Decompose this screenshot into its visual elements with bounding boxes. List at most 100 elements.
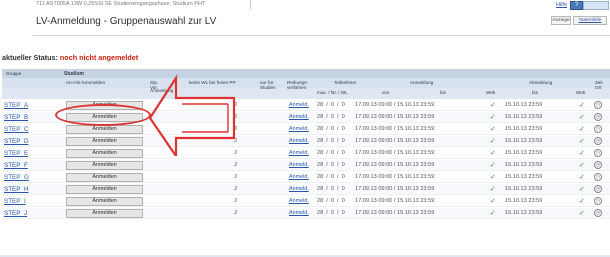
column-abmeldung: Abmeldung bbox=[529, 80, 553, 85]
flag-j: J bbox=[234, 198, 237, 204]
participant-counts: 28 / 0 / 0 bbox=[317, 198, 345, 204]
clock-icon[interactable]: ◷ bbox=[594, 101, 602, 109]
checkmark-icon: ✓ bbox=[579, 186, 585, 193]
group-link[interactable]: STEP_I bbox=[4, 198, 26, 205]
group-link[interactable]: STEP_E bbox=[4, 150, 28, 157]
flag-j: J bbox=[234, 210, 237, 216]
table-row: STEP_I Anmelden J Anmeld. 28 / 0 / 0 17.… bbox=[2, 196, 610, 207]
column-anmeldung-bis: bis bbox=[440, 90, 446, 95]
column-anmeldung-von: von bbox=[382, 90, 390, 95]
checkmark-icon: ✓ bbox=[490, 174, 496, 181]
page-title: LV-Anmeldung - Gruppenauswahl zur LV bbox=[36, 16, 217, 27]
column-anmeldung: Anmeldung bbox=[410, 80, 434, 85]
deregistration-date: 15.10.13 23:59 bbox=[505, 186, 543, 192]
participant-counts: 28 / 0 / 0 bbox=[317, 150, 345, 156]
checkmark-icon: ✓ bbox=[490, 162, 496, 169]
checkmark-icon: ✓ bbox=[579, 138, 585, 145]
column-gruppe: Gruppe bbox=[6, 71, 22, 76]
tastenhilfe-button[interactable]: Tastenhilfe bbox=[573, 16, 607, 25]
table-row: STEP_D Anmelden J Anmeld. 28 / 0 / 0 17.… bbox=[2, 136, 610, 147]
course-line: 711 AST005A 13W 0,25SSt SE Studieneingan… bbox=[36, 1, 206, 7]
clock-icon[interactable]: ◷ bbox=[594, 113, 602, 121]
anmelden-button[interactable]: Anmelden bbox=[66, 197, 143, 206]
group-link[interactable]: STEP_C bbox=[4, 126, 29, 133]
anmeld-link[interactable]: Anmeld. bbox=[289, 210, 309, 216]
checkmark-icon: ✓ bbox=[579, 162, 585, 169]
anmeld-link[interactable]: Anmeld. bbox=[289, 174, 309, 180]
anmeld-link[interactable]: Anmeld. bbox=[289, 150, 309, 156]
deregistration-date: 15.10.13 23:59 bbox=[505, 126, 543, 132]
clock-icon[interactable]: ◷ bbox=[594, 161, 602, 169]
clock-icon[interactable]: ◷ bbox=[594, 137, 602, 145]
group-table: Gruppe Studium An-/Ab-/Ummelden Stp. Vor… bbox=[2, 69, 610, 255]
anmelden-button[interactable]: Anmelden bbox=[66, 137, 143, 146]
registration-dates: 17.09.13 09:00 / 15.10.13 23:59 bbox=[355, 114, 435, 120]
column-abmeldung-bis: bis bbox=[532, 90, 538, 95]
participant-counts: 28 / 0 / 0 bbox=[317, 210, 345, 216]
group-link[interactable]: STEP_H bbox=[4, 186, 29, 193]
table-header-row-1 bbox=[2, 69, 610, 78]
table-row: STEP_E Anmelden J Anmeld. 28 / 0 / 0 17.… bbox=[2, 148, 610, 159]
help-icon[interactable]: ? bbox=[570, 1, 583, 10]
registration-dates: 17.09.13 09:00 / 15.10.13 23:59 bbox=[355, 210, 435, 216]
deregistration-date: 15.10.13 23:59 bbox=[505, 138, 543, 144]
deregistration-date: 15.10.13 23:59 bbox=[505, 102, 543, 108]
help-link[interactable]: Hilfe bbox=[556, 2, 567, 8]
group-link[interactable]: STEP_A bbox=[4, 102, 28, 109]
participant-counts: 28 / 0 / 0 bbox=[317, 174, 345, 180]
participant-counts: 28 / 0 / 0 bbox=[317, 162, 345, 168]
checkmark-icon: ✓ bbox=[579, 198, 585, 205]
anmelden-button[interactable]: Anmelden bbox=[66, 125, 143, 134]
anmeld-link[interactable]: Anmeld. bbox=[289, 114, 309, 120]
checkmark-icon: ✓ bbox=[579, 102, 585, 109]
course-separator bbox=[250, 0, 251, 9]
registration-dates: 17.09.13 09:00 / 15.10.13 23:59 bbox=[355, 198, 435, 204]
group-link[interactable]: STEP_G bbox=[4, 174, 29, 181]
clock-icon[interactable]: ◷ bbox=[594, 149, 602, 157]
participant-counts: 28 / 0 / 0 bbox=[317, 126, 345, 132]
anmelden-button[interactable]: Anmelden bbox=[66, 173, 143, 182]
registration-dates: 17.09.13 09:00 / 15.10.13 23:59 bbox=[355, 174, 435, 180]
anmeld-link[interactable]: Anmeld. bbox=[289, 138, 309, 144]
anmeld-link[interactable]: Anmeld. bbox=[289, 102, 309, 108]
clock-icon[interactable]: ◷ bbox=[594, 173, 602, 181]
options-box[interactable] bbox=[583, 1, 609, 10]
anmeld-link[interactable]: Anmeld. bbox=[289, 126, 309, 132]
anmeld-link[interactable]: Anmeld. bbox=[289, 162, 309, 168]
deregistration-date: 15.10.13 23:59 bbox=[505, 174, 543, 180]
table-row: STEP_F Anmelden J Anmeld. 28 / 0 / 0 17.… bbox=[2, 160, 610, 171]
deregistration-date: 15.10.13 23:59 bbox=[505, 150, 543, 156]
group-link[interactable]: STEP_J bbox=[4, 210, 27, 217]
anzeige-button[interactable]: Anzeige bbox=[551, 16, 571, 25]
group-link[interactable]: STEP_B bbox=[4, 114, 28, 121]
checkmark-icon: ✓ bbox=[579, 174, 585, 181]
column-teilnehmer-sub: max. / fst. / WL bbox=[317, 90, 348, 95]
column-nur-fuer: nur für Studien bbox=[260, 80, 276, 90]
title-divider bbox=[33, 35, 610, 36]
highlight-oval bbox=[55, 104, 151, 126]
registration-dates: 17.09.13 09:00 / 15.10.13 23:59 bbox=[355, 150, 435, 156]
group-link[interactable]: STEP_D bbox=[4, 138, 29, 145]
anmeld-link[interactable]: Anmeld. bbox=[289, 186, 309, 192]
checkmark-icon: ✓ bbox=[579, 126, 585, 133]
flag-j: J bbox=[234, 174, 237, 180]
clock-icon[interactable]: ◷ bbox=[594, 125, 602, 133]
deregistration-date: 15.10.13 23:59 bbox=[505, 198, 543, 204]
status-label: aktueller Status: bbox=[2, 53, 58, 62]
clock-icon[interactable]: ◷ bbox=[594, 185, 602, 193]
anmelden-button[interactable]: Anmelden bbox=[66, 161, 143, 170]
group-link[interactable]: STEP_F bbox=[4, 162, 28, 169]
anmelden-button[interactable]: Anmelden bbox=[66, 209, 143, 218]
registration-dates: 17.09.13 09:00 / 15.10.13 23:59 bbox=[355, 126, 435, 132]
anmeld-link[interactable]: Anmeld. bbox=[289, 198, 309, 204]
column-an-abmelden: An-/Ab-/Ummelden bbox=[66, 80, 106, 85]
anmelden-button[interactable]: Anmelden bbox=[66, 149, 143, 158]
participant-counts: 28 / 0 / 0 bbox=[317, 102, 345, 108]
anmelden-button[interactable]: Anmelden bbox=[66, 185, 143, 194]
deregistration-date: 15.10.13 23:59 bbox=[505, 114, 543, 120]
clock-icon[interactable]: ◷ bbox=[594, 197, 602, 205]
checkmark-icon: ✓ bbox=[579, 150, 585, 157]
registration-dates: 17.09.13 09:00 / 15.10.13 23:59 bbox=[355, 138, 435, 144]
column-zeit-ort: Zeit Ort bbox=[595, 80, 603, 90]
clock-icon[interactable]: ◷ bbox=[594, 209, 602, 217]
